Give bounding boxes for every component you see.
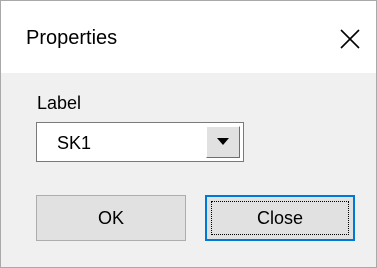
properties-dialog: Properties Label SK1 OK Close xyxy=(0,0,377,268)
label-combobox[interactable]: SK1 xyxy=(36,122,244,162)
close-button-label: Close xyxy=(256,208,304,228)
dropdown-arrow-icon xyxy=(217,138,229,145)
ok-button-label: OK xyxy=(97,208,124,228)
title-bar[interactable]: Properties xyxy=(1,1,376,73)
dialog-title: Properties xyxy=(26,27,118,49)
close-button[interactable]: Close xyxy=(205,195,355,241)
combobox-dropdown-button[interactable] xyxy=(206,126,240,158)
ok-button[interactable]: OK xyxy=(36,195,186,241)
label-caption: Label xyxy=(37,93,82,113)
close-icon[interactable] xyxy=(334,23,366,55)
combobox-selected-value: SK1 xyxy=(57,133,92,153)
